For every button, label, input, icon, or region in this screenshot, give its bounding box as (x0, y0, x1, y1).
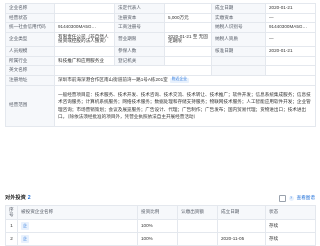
label-industry: 所属行业 (6, 56, 55, 66)
value-registered-capital: 5,000万元 (165, 13, 212, 23)
row-company[interactable]: 企 (18, 220, 138, 233)
label-registered-capital: 注册资本 (115, 13, 165, 23)
info-row-1: 企业名称 法定代表人 成立日期 2020-01-21 (6, 4, 316, 14)
label-approval-date: 核准日期 (212, 46, 266, 56)
row-ratio: 100% (138, 233, 178, 246)
col-company-name: 被投资企业名称 (18, 206, 138, 220)
label-business-scope: 经营范围 (6, 85, 55, 126)
label-paid-capital: 实缴资本 (212, 13, 266, 23)
company-logo-icon: 企 (21, 222, 29, 231)
label-company-name: 企业名称 (6, 4, 55, 13)
value-business-term: 2020-01-21 至 无固定期限 (165, 32, 212, 46)
info-row-4: 企业类型 有限责任公司（非自然人投资或控股的法人独资） 营业期限 2020-01… (6, 32, 316, 47)
company-profile-page: 企业名称 法定代表人 成立日期 2020-01-21 经营状态 注册资本 5,0… (0, 0, 320, 246)
label-taxpayer-qualification: 纳税人资质 (212, 32, 266, 46)
info-row-7: 英文名称 (6, 66, 316, 76)
label-address: 注册地址 (6, 75, 55, 85)
label-status: 经营状态 (6, 13, 55, 23)
col-date: 成立日期 (218, 206, 266, 220)
label-extra-2 (212, 66, 266, 75)
value-insured-count (165, 46, 212, 56)
col-ratio: 投资比例 (138, 206, 178, 220)
row-company[interactable]: 企 (18, 233, 138, 246)
row-amount (178, 233, 218, 246)
row-amount (178, 220, 218, 233)
value-company-type: 有限责任公司（非自然人投资或控股的法人独资） (55, 32, 115, 46)
label-extra (212, 56, 266, 66)
table-row: 1 企 100% 存续 (6, 220, 316, 234)
value-paid-capital: — (266, 13, 316, 23)
value-reg-number (165, 23, 212, 32)
info-row-3: 统一社会信用代码 91440300MA5G… 工商注册号 纳税人识别号 9144… (6, 23, 316, 33)
value-legal-rep[interactable] (165, 4, 212, 13)
value-taxpayer-id: 91440300MA5G… (266, 23, 316, 32)
info-row-2: 经营状态 注册资本 5,000万元 实缴资本 — (6, 13, 316, 24)
company-logo-icon: 企 (21, 235, 29, 244)
value-company-name[interactable] (55, 4, 115, 13)
investment-title: 对外投资 (5, 194, 26, 201)
help-icon[interactable]: ? (288, 196, 294, 201)
value-staff-size (55, 46, 115, 56)
info-row-9: 经营范围 一般经营项目是：技术服务、技术开发、技术咨询、技术交流、技术转让、技术… (6, 85, 316, 127)
value-established: 2020-01-21 (266, 4, 316, 13)
filter-checkbox[interactable] (278, 195, 286, 202)
label-company-type: 企业类型 (6, 32, 55, 46)
row-ratio: 100% (138, 220, 178, 233)
row-status: 存续 (266, 220, 316, 233)
label-established: 成立日期 (212, 4, 266, 13)
value-credit-code: 91440300MA5G… (55, 23, 115, 32)
label-business-term: 营业期限 (115, 32, 165, 46)
label-credit-code: 统一社会信用代码 (6, 23, 55, 32)
value-extra (266, 56, 316, 66)
col-amount: 认缴出资额 (178, 206, 218, 220)
info-row-6: 所属行业 科技推广和应用服务业 登记机关 (6, 56, 316, 67)
label-english-name: 英文名称 (6, 66, 55, 75)
investment-count: 2 (27, 194, 31, 201)
row-date (218, 220, 266, 233)
value-extra-2 (266, 66, 316, 75)
col-status: 状态 (266, 206, 316, 220)
label-insured-count: 参保人数 (115, 46, 165, 56)
label-registration-authority: 登记机关 (115, 56, 165, 66)
view-graph-link[interactable]: 查看图谱 (297, 196, 315, 201)
investment-section-header: 对外投资 2 ? 查看图谱 (5, 195, 315, 202)
address-text: 深圳市前海深港合作区南山街道前湾一路1号A栋201室 (58, 76, 168, 82)
row-date: 2020-11-05 (218, 233, 266, 246)
value-taxpayer-qualification: — (266, 32, 316, 46)
value-address: 深圳市前海深港合作区南山街道前湾一路1号A栋201室 附近企业 (55, 75, 316, 85)
label-taxpayer-id: 纳税人识别号 (212, 23, 266, 32)
investment-actions: ? 查看图谱 (278, 195, 315, 202)
company-info-table: 企业名称 法定代表人 成立日期 2020-01-21 经营状态 注册资本 5,0… (5, 3, 316, 127)
value-approval-date: 2020-01-21 (266, 46, 316, 56)
label-staff-size: 人员规模 (6, 46, 55, 56)
value-industry: 科技推广和应用服务业 (55, 56, 115, 66)
value-business-scope: 一般经营项目是：技术服务、技术开发、技术咨询、技术交流、技术转让、技术推广；软件… (55, 85, 316, 126)
info-row-5: 人员规模 参保人数 核准日期 2020-01-21 (6, 46, 316, 57)
value-english-name (55, 66, 212, 75)
row-status: 存续 (266, 233, 316, 246)
col-index: 序号 (6, 206, 18, 220)
row-index: 1 (6, 220, 18, 233)
value-status (55, 13, 115, 23)
row-index: 2 (6, 233, 18, 246)
info-row-8: 注册地址 深圳市前海深港合作区南山街道前湾一路1号A栋201室 附近企业 (6, 75, 316, 86)
investment-table-header: 序号 被投资企业名称 投资比例 认缴出资额 成立日期 状态 (6, 206, 316, 221)
label-legal-rep: 法定代表人 (115, 4, 165, 13)
nearby-companies-link[interactable]: 附近企业 (169, 77, 189, 83)
label-reg-number: 工商注册号 (115, 23, 165, 32)
value-registration-authority (165, 56, 212, 66)
